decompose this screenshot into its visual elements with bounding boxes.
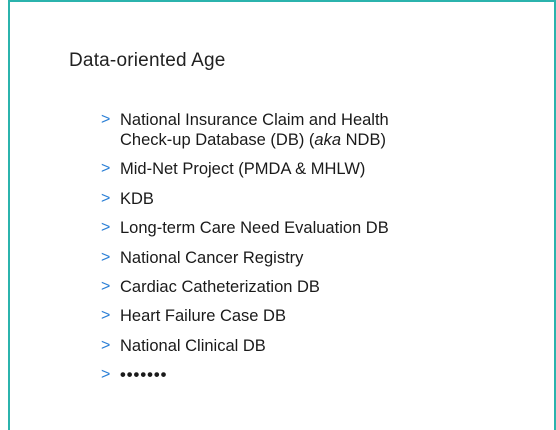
list-item: > National Cancer Registry (101, 248, 521, 268)
list-item: > Mid-Net Project (PMDA & MHLW) (101, 159, 521, 179)
list-item-text: KDB (120, 189, 154, 208)
bullet-marker-icon: > (101, 248, 111, 266)
list-item: > National Clinical DB (101, 336, 521, 356)
bullet-marker-icon: > (101, 336, 111, 354)
list-item-text: Cardiac Catheterization DB (120, 277, 320, 296)
slide-title: Data-oriented Age (69, 50, 226, 71)
list-item: > Long-term Care Need Evaluation DB (101, 218, 521, 238)
list-item: > National Insurance Claim and Health Ch… (101, 110, 521, 150)
list-item: > Cardiac Catheterization DB (101, 277, 521, 297)
bullet-marker-icon: > (101, 111, 111, 128)
bullet-marker-icon: > (101, 160, 111, 178)
list-item: > Heart Failure Case DB (101, 306, 521, 326)
list-item-text: Heart Failure Case DB (120, 307, 286, 326)
bullet-marker-icon: > (101, 219, 111, 237)
bullet-marker-icon: > (101, 277, 111, 295)
list-item-text: National Cancer Registry (120, 248, 304, 267)
bullet-list: > National Insurance Claim and Health Ch… (101, 110, 521, 395)
bullet-marker-icon: > (101, 307, 111, 325)
list-item: > ••••••• (101, 365, 521, 385)
list-item-text: National Clinical DB (120, 336, 266, 355)
list-item-text: Mid-Net Project (PMDA & MHLW) (120, 160, 366, 179)
list-item-text: National Insurance Claim and Health Chec… (120, 111, 389, 149)
list-item-text: Long-term Care Need Evaluation DB (120, 219, 389, 238)
bullet-marker-icon: > (101, 366, 111, 384)
list-item-ellipsis: ••••••• (120, 366, 168, 385)
bullet-marker-icon: > (101, 189, 111, 207)
list-item: > KDB (101, 189, 521, 209)
